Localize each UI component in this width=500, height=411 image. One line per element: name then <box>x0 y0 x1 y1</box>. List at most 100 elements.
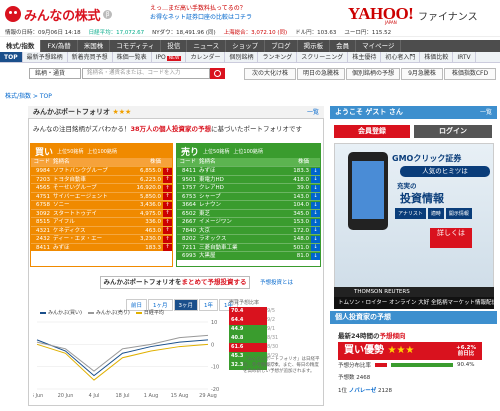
subnav-item[interactable]: 株主優待 <box>348 52 382 62</box>
stock-name[interactable]: シャープ <box>199 193 279 201</box>
stock-row[interactable]: 4565 そーせいグループ 16,920.0 ↑ <box>31 183 172 192</box>
stock-row[interactable]: 7840 大京 172.0 ↓ <box>177 225 320 235</box>
predict-arrow-icon[interactable]: ↓ <box>311 252 320 260</box>
nav-fx[interactable]: FX/為替 <box>41 40 78 52</box>
stock-name[interactable]: ソフトバンクグループ <box>53 167 131 175</box>
stock-name[interactable]: クレアHD <box>199 184 279 192</box>
sell-top100-toggle[interactable]: 上位100銘柄 <box>233 148 263 155</box>
portfolio-more-link[interactable]: 一覧 <box>307 106 319 119</box>
stock-name[interactable]: スタートトゥデイ <box>53 210 131 218</box>
stock-name[interactable]: 三菱自動車工業 <box>199 244 279 252</box>
predict-arrow-icon[interactable]: ↑ <box>163 184 172 192</box>
stock-name[interactable]: ラオックス <box>199 235 279 243</box>
nav-funds[interactable]: 投信 <box>161 40 188 52</box>
subnav-item[interactable]: カレンダー <box>186 52 226 62</box>
stock-name[interactable]: 大京 <box>199 227 279 235</box>
period-tab[interactable]: 3ヶ月 <box>173 299 199 311</box>
subnav-item[interactable]: 株価比較 <box>420 52 454 62</box>
predict-arrow-icon[interactable]: ↑ <box>163 167 172 175</box>
subnav-item[interactable]: IRTV <box>453 52 476 62</box>
predict-arrow-icon[interactable]: ↓ <box>311 176 320 183</box>
ticker-item[interactable]: 上海総合：3,072.10 (同) <box>224 28 288 36</box>
predict-arrow-icon[interactable]: ↓ <box>311 218 320 226</box>
predict-arrow-icon[interactable]: ↑ <box>163 218 172 226</box>
subnav-item[interactable]: 個別銘柄 <box>225 52 259 62</box>
stock-name[interactable]: 東芝 <box>199 210 279 218</box>
stock-name[interactable]: アイフル <box>53 218 131 226</box>
promo-banner[interactable]: えっ…まだ高い手数料払ってるの？ お得なネット証券口座の比較はコチラ <box>150 4 252 22</box>
stock-row[interactable]: 3664 レナウン 104.0 ↓ <box>177 200 320 209</box>
stock-name[interactable]: みずほ <box>53 244 131 252</box>
predict-arrow-icon[interactable]: ↓ <box>311 244 320 251</box>
buy-top100-toggle[interactable]: 上位100銘柄 <box>87 148 117 155</box>
quick-link[interactable]: 9月急騰株 <box>401 68 443 80</box>
stock-row[interactable]: 2432 ディー・エヌ・エー 3,230.0 ↑ <box>31 234 172 243</box>
stock-name[interactable]: 大黒屋 <box>199 252 279 260</box>
stock-name[interactable]: サイバーエージェント <box>53 193 131 201</box>
predict-arrow-icon[interactable]: ↓ <box>311 235 320 243</box>
stock-row[interactable]: 8515 アイフル 336.0 ↑ <box>31 217 172 226</box>
predict-arrow-icon[interactable]: ↓ <box>311 184 320 192</box>
stock-row[interactable]: 8411 みずほ 183.3 ↑ <box>31 242 172 252</box>
quick-link[interactable]: 個別銘柄の予想 <box>346 68 400 80</box>
predict-arrow-icon[interactable]: ↑ <box>163 244 172 251</box>
subnav-ipo[interactable]: IPO NEW <box>152 52 187 62</box>
stock-name[interactable]: ケネディクス <box>53 227 131 235</box>
predict-arrow-icon[interactable]: ↓ <box>311 227 320 234</box>
predict-arrow-icon[interactable]: ↑ <box>163 210 172 217</box>
register-button[interactable]: 会員登録 <box>334 125 410 138</box>
stock-row[interactable]: 6502 東芝 345.0 ↓ <box>177 208 320 218</box>
stock-row[interactable]: 1757 クレアHD 39.0 ↓ <box>177 183 320 192</box>
ticker-item[interactable]: ユーロ円：115.52 <box>344 28 391 36</box>
predict-arrow-icon[interactable]: ↓ <box>311 210 320 217</box>
nav-board[interactable]: 掲示板 <box>298 40 331 52</box>
stock-name[interactable]: 東電力HD <box>199 176 279 184</box>
stock-row[interactable]: 6753 シャープ 143.0 ↓ <box>177 191 320 201</box>
nav-blog[interactable]: ブログ <box>265 40 298 52</box>
bulk-predict-button[interactable]: みんかぶポートフォリオをまとめて予想投資する <box>100 276 250 289</box>
howto-link[interactable]: 予想投資とは <box>260 278 293 286</box>
stock-row[interactable]: 8411 みずほ 183.3 ↓ <box>177 166 320 175</box>
stock-name[interactable]: ディー・エヌ・エー <box>53 235 131 243</box>
nav-commodity[interactable]: コモディティ <box>110 40 162 52</box>
stock-row[interactable]: 3092 スタートトゥデイ 4,975.0 ↑ <box>31 208 172 218</box>
nav-stocks[interactable]: 株式/指数 <box>0 40 42 52</box>
nav-us-stocks[interactable]: 米国株 <box>78 40 111 52</box>
stock-name[interactable]: イメージワン <box>199 218 279 226</box>
stock-row[interactable]: 4321 ケネディクス 463.0 ↑ <box>31 225 172 235</box>
subnav-item[interactable]: 最新予想銘柄 <box>23 52 68 62</box>
quick-link[interactable]: 次の大化け株 <box>244 68 296 80</box>
stock-row[interactable]: 4751 サイバーエージェント 5,850.0 ↑ <box>31 191 172 201</box>
stock-name[interactable]: ソニー <box>53 201 131 209</box>
predict-arrow-icon[interactable]: ↓ <box>311 167 320 175</box>
ticker-item[interactable]: 日経平均：17,072.67 <box>89 28 145 36</box>
stock-name[interactable]: みずほ <box>199 167 279 175</box>
top-rank-row[interactable]: 1位 ノバレーゼ 2128 <box>338 386 392 394</box>
nav-mypage[interactable]: マイページ <box>356 40 402 52</box>
stock-row[interactable]: 7203 トヨタ自動車 6,223.0 ↑ <box>31 174 172 183</box>
predict-arrow-icon[interactable]: ↓ <box>311 193 320 200</box>
period-tab[interactable]: 1年 <box>199 299 219 311</box>
stock-name[interactable]: レナウン <box>199 201 279 209</box>
subnav-item[interactable]: 株価一覧表 <box>113 52 152 62</box>
breadcrumb[interactable]: 株式/指数 > TOP <box>5 91 52 100</box>
subnav-item[interactable]: ランキング <box>258 52 298 62</box>
quick-link[interactable]: 株価指数CFD <box>444 68 496 80</box>
search-type-select[interactable]: 銘柄・通貨 <box>29 68 81 79</box>
predict-arrow-icon[interactable]: ↑ <box>163 176 172 183</box>
nav-news[interactable]: ニュース <box>187 40 227 52</box>
stock-row[interactable]: 8202 ラオックス 148.0 ↓ <box>177 234 320 243</box>
ad-cta[interactable]: 詳しくは <box>430 228 472 248</box>
nav-shop[interactable]: ショップ <box>226 40 266 52</box>
nav-members[interactable]: 会員 <box>330 40 357 52</box>
ad-bottom[interactable]: トムソン・ロイター オンライン 大好 全銘柄マーケット情報配信サービス <box>334 297 494 309</box>
yahoo-logo[interactable]: YAHOO! <box>348 4 414 24</box>
search-button[interactable] <box>210 68 225 79</box>
subnav-item[interactable]: スクリーニング <box>297 52 349 62</box>
subnav-item[interactable]: 新着売買予想 <box>68 52 113 62</box>
buy-top50-toggle[interactable]: 上位50銘柄 <box>57 148 83 155</box>
stock-name[interactable]: そーせいグループ <box>53 184 131 192</box>
predict-arrow-icon[interactable]: ↑ <box>163 201 172 209</box>
subnav-item[interactable]: 初心者入門 <box>381 52 421 62</box>
search-input[interactable]: 銘柄名・通貨名または、コードを入力 <box>82 68 210 79</box>
